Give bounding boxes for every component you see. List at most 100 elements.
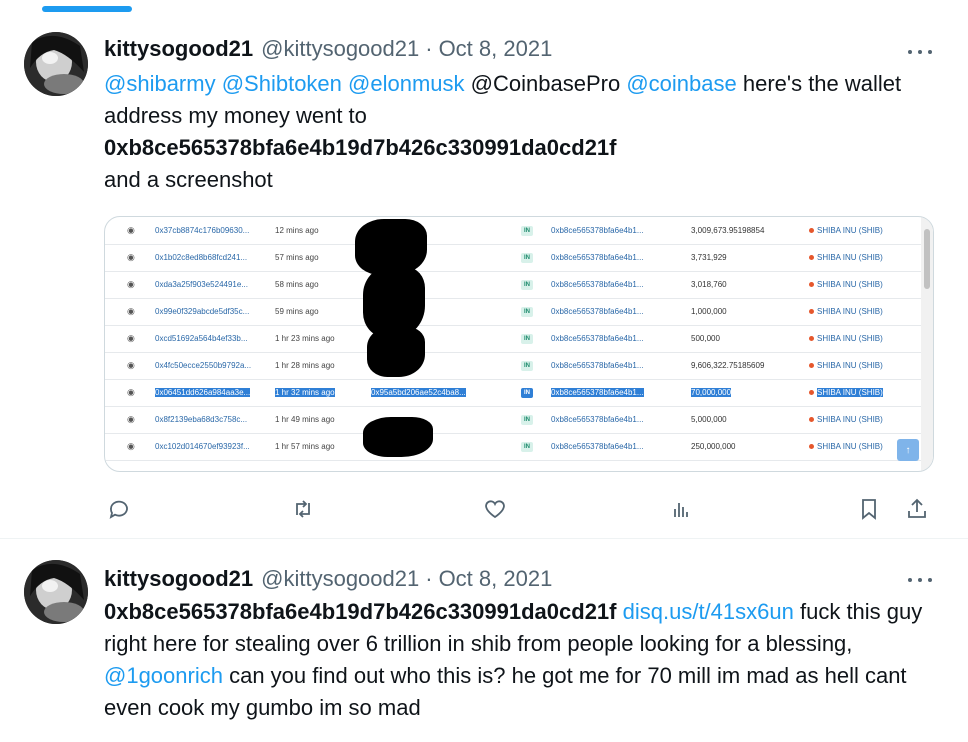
tx-direction: IN — [515, 271, 545, 298]
avatar[interactable] — [24, 560, 88, 624]
tx-hash[interactable]: 0xc102d014670ef93923f... — [149, 433, 269, 460]
tx-token[interactable]: SHIBA INU (SHIB) — [803, 271, 933, 298]
eye-icon[interactable]: ◉ — [105, 433, 149, 460]
external-link[interactable]: disq.us/t/41sx6un — [623, 599, 794, 624]
tx-hash[interactable]: 0x37cb8874c176b09630... — [149, 217, 269, 244]
eye-icon[interactable]: ◉ — [105, 298, 149, 325]
token-label: SHIBA INU (SHIB) — [817, 388, 883, 397]
author-handle[interactable]: @kittysogood21 — [261, 566, 419, 592]
tx-to[interactable]: 0xb8ce565378bfa6e4b1... — [545, 352, 685, 379]
mention-link[interactable]: @coinbase — [626, 71, 736, 96]
table-row: ◉ 0x8f2139eba68d3c758c... 1 hr 49 mins ago… — [105, 406, 933, 433]
tx-to[interactable]: 0xb8ce565378bfa6e4b1... — [545, 217, 685, 244]
tweet-media-screenshot[interactable]: ◉ 0x37cb8874c176b09630... 12 mins ago IN 0xb… — [104, 216, 934, 472]
tx-hash[interactable]: 0x1b02c8ed8b68fcd241... — [149, 244, 269, 271]
tx-hash[interactable]: 0xda3a25f903e524491e... — [149, 271, 269, 298]
direction-badge: IN — [521, 225, 533, 236]
more-options-icon[interactable] — [908, 42, 932, 62]
tweet-text: 0xb8ce565378bfa6e4b19d7b426c330991da0cd2… — [104, 596, 934, 724]
wallet-address: 0xb8ce565378bfa6e4b19d7b426c330991da0cd2… — [104, 135, 617, 160]
tx-from[interactable]: 0x95a5bd206ae52c4ba8... — [365, 379, 515, 406]
mention-link[interactable]: @1goonrich — [104, 663, 223, 688]
tx-to[interactable]: 0xb8ce565378bfa6e4b1... — [545, 406, 685, 433]
table-row: ◉ 0xc102d014670ef93923f... 1 hr 57 mins ag… — [105, 433, 933, 460]
tx-token[interactable]: SHIBA INU (SHIB) — [803, 406, 933, 433]
tx-token[interactable]: SHIBA INU (SHIB) — [803, 244, 933, 271]
more-options-icon[interactable] — [908, 570, 932, 590]
eye-icon[interactable]: ◉ — [105, 406, 149, 433]
tx-direction: IN — [515, 217, 545, 244]
token-icon — [809, 309, 814, 315]
tx-amount: 70,000,000 — [691, 388, 732, 397]
tx-direction: IN — [515, 379, 545, 406]
tx-direction: IN — [515, 244, 545, 271]
tweet[interactable]: kittysogood21 @kittysogood21 · Oct 8, 20… — [0, 540, 968, 742]
token-label: SHIBA INU (SHIB) — [817, 334, 883, 343]
token-icon — [809, 390, 814, 396]
token-icon — [809, 363, 814, 369]
views-icon[interactable] — [666, 494, 696, 524]
avatar[interactable] — [24, 32, 88, 96]
tx-to[interactable]: 0xb8ce565378bfa6e4b1... — [545, 379, 685, 406]
like-icon[interactable] — [480, 494, 510, 524]
eye-icon[interactable]: ◉ — [105, 244, 149, 271]
tx-hash[interactable]: 0xcd51692a564b4ef33b... — [149, 325, 269, 352]
wallet-address: 0xb8ce565378bfa6e4b19d7b426c330991da0cd2… — [104, 599, 617, 624]
retweet-icon[interactable] — [288, 494, 318, 524]
tx-age: 1 hr 23 mins ago — [275, 334, 335, 343]
scroll-thumb[interactable] — [924, 229, 930, 289]
tweet[interactable]: kittysogood21 @kittysogood21 · Oct 8, 20… — [0, 12, 968, 538]
tx-direction: IN — [515, 406, 545, 433]
tx-amount: 250,000,000 — [691, 442, 736, 451]
tx-amount: 3,018,760 — [691, 280, 727, 289]
tx-token[interactable]: SHIBA INU (SHIB) — [803, 298, 933, 325]
token-label: SHIBA INU (SHIB) — [817, 415, 883, 424]
tx-hash[interactable]: 0x8f2139eba68d3c758c... — [149, 406, 269, 433]
tweet-divider — [0, 538, 968, 539]
tx-age: 58 mins ago — [275, 280, 319, 289]
tweet-date[interactable]: Oct 8, 2021 — [439, 36, 553, 62]
direction-badge: IN — [521, 442, 533, 452]
share-icon[interactable] — [902, 494, 932, 524]
scroll-up-button[interactable]: ↑ — [897, 439, 919, 461]
tx-hash[interactable]: 0x4fc50ecce2550b9792a... — [149, 352, 269, 379]
tx-hash[interactable]: 0x06451dd626a984aa3e... — [149, 379, 269, 406]
direction-badge: IN — [521, 388, 533, 398]
redaction-blot — [363, 417, 433, 457]
tweet-date[interactable]: Oct 8, 2021 — [439, 566, 553, 592]
tx-to[interactable]: 0xb8ce565378bfa6e4b1... — [545, 433, 685, 460]
token-label: SHIBA INU (SHIB) — [817, 361, 883, 370]
tx-to[interactable]: 0xb8ce565378bfa6e4b1... — [545, 325, 685, 352]
tx-token[interactable]: SHIBA INU (SHIB) — [803, 217, 933, 244]
author-handle[interactable]: @kittysogood21 — [261, 36, 419, 62]
tx-token[interactable]: SHIBA INU (SHIB) — [803, 352, 933, 379]
author-name[interactable]: kittysogood21 — [104, 566, 253, 592]
separator-dot: · — [425, 36, 433, 61]
table-row: ◉ 0x37cb8874c176b09630... 12 mins ago IN 0xb… — [105, 217, 933, 244]
tx-direction: IN — [515, 298, 545, 325]
eye-icon[interactable]: ◉ — [105, 352, 149, 379]
media-scrollbar[interactable] — [921, 217, 933, 471]
author-name[interactable]: kittysogood21 — [104, 36, 253, 62]
tx-token[interactable]: SHIBA INU (SHIB) — [803, 379, 933, 406]
eye-icon[interactable]: ◉ — [105, 217, 149, 244]
token-label: SHIBA INU (SHIB) — [817, 253, 883, 262]
eye-icon[interactable]: ◉ — [105, 379, 149, 406]
tx-to[interactable]: 0xb8ce565378bfa6e4b1... — [545, 298, 685, 325]
tx-direction: IN — [515, 325, 545, 352]
tx-to[interactable]: 0xb8ce565378bfa6e4b1... — [545, 271, 685, 298]
tx-amount: 5,000,000 — [691, 415, 727, 424]
eye-icon[interactable]: ◉ — [105, 271, 149, 298]
mention-link[interactable]: @Shibtoken — [222, 71, 342, 96]
token-label: SHIBA INU (SHIB) — [817, 442, 883, 451]
tx-to[interactable]: 0xb8ce565378bfa6e4b1... — [545, 244, 685, 271]
table-row: ◉ 0xda3a25f903e524491e... 58 mins ago IN 0xb… — [105, 271, 933, 298]
tx-hash[interactable]: 0x99e0f329abcde5df35c... — [149, 298, 269, 325]
tx-token[interactable]: SHIBA INU (SHIB) — [803, 325, 933, 352]
reply-icon[interactable] — [104, 494, 134, 524]
tx-age: 1 hr 57 mins ago — [275, 442, 335, 451]
eye-icon[interactable]: ◉ — [105, 325, 149, 352]
mention-link[interactable]: @shibarmy — [104, 71, 216, 96]
bookmark-icon[interactable] — [854, 494, 884, 524]
mention-link[interactable]: @elonmusk — [348, 71, 465, 96]
